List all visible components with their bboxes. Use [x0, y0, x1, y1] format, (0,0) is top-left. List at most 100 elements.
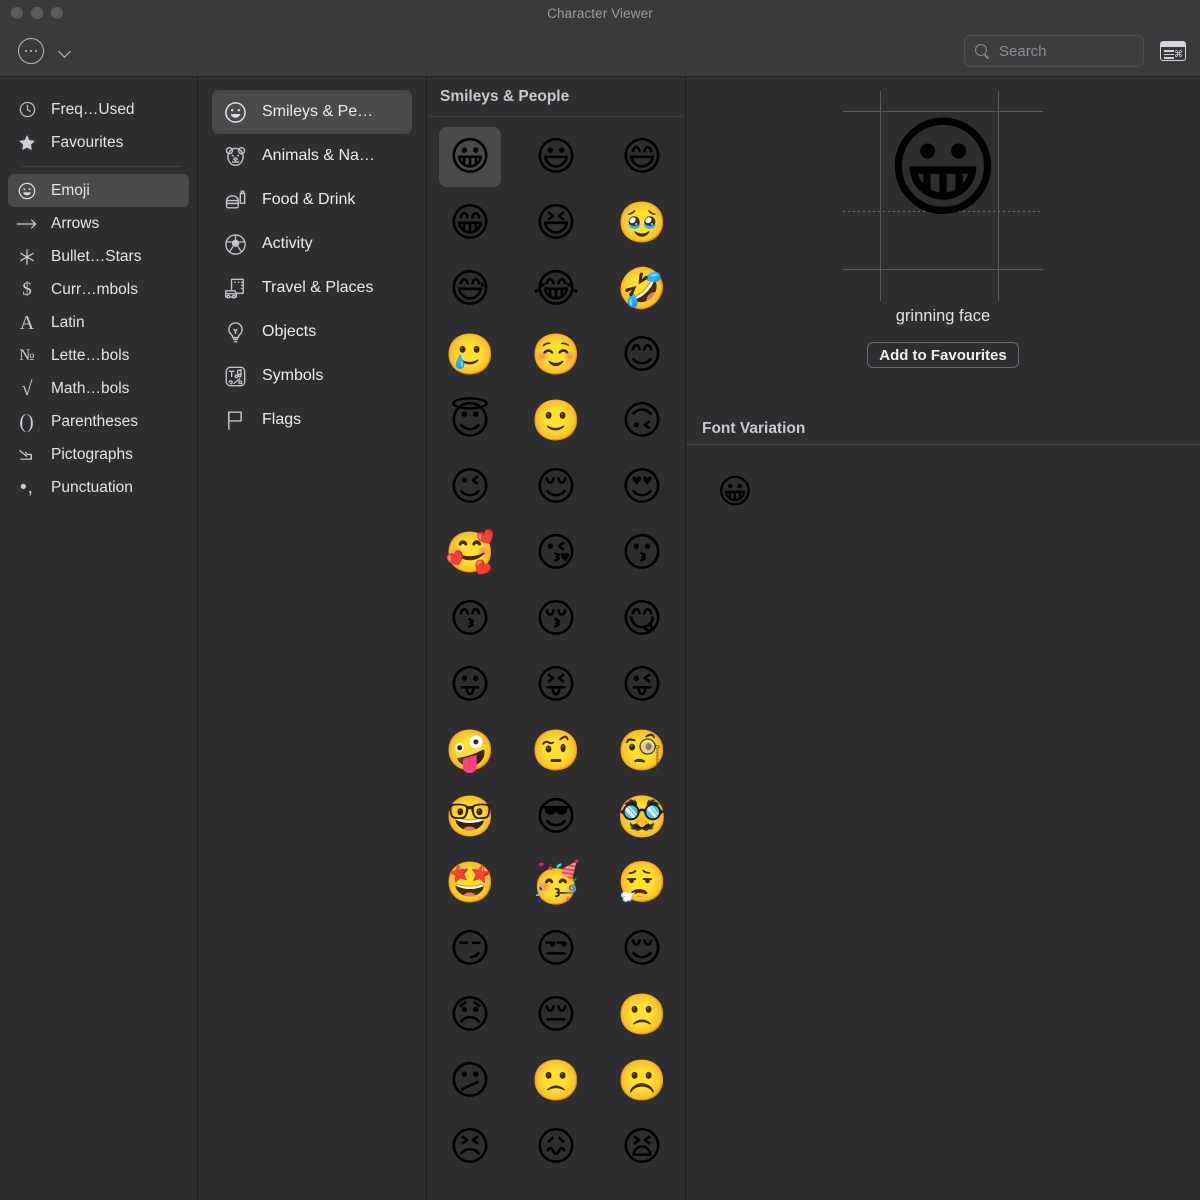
emoji-cell[interactable]: 😚 — [513, 586, 599, 652]
sidebar-item-label: Lette…bols — [51, 346, 130, 364]
flag-icon — [222, 408, 248, 433]
emoji-cell[interactable]: 🤣 — [599, 256, 685, 322]
emoji-cell[interactable]: 😄 — [599, 124, 685, 190]
emoji-cell[interactable]: 😗 — [599, 520, 685, 586]
emoji-grid-scroll[interactable]: 😀 😃 😄 😁 😆 🥹 😅 😂 🤣 🥲 ☺️ 😊 😇 🙂 🙃 😉 😌 😍 🥰 😘 😗 😙 😚 😋 😛 😝 😜 🤪 🤨 🧐 🤓 😎 🥸 🤩 🥳 😮‍💨 😏… — [427, 117, 685, 1200]
emoji-cell[interactable]: 🙂 — [513, 388, 599, 454]
window-title: Character Viewer — [547, 5, 653, 21]
emoji-cell[interactable]: 🥹 — [599, 190, 685, 256]
category-item-objects[interactable]: Objects — [212, 310, 412, 354]
emoji-cell[interactable]: 😜 — [599, 652, 685, 718]
sidebar-item-favourites[interactable]: Favourites — [8, 126, 189, 159]
emoji-cell[interactable]: 🤓 — [427, 784, 513, 850]
category-item-smileys-people[interactable]: Smileys & Pe… — [212, 90, 412, 134]
chevron-down-icon[interactable] — [59, 45, 72, 58]
emoji-glyph: 😚 — [535, 596, 577, 642]
category-item-food-drink[interactable]: Food & Drink — [212, 178, 412, 222]
emoji-cell[interactable]: 😊 — [599, 322, 685, 388]
emoji-cell[interactable]: 🙁 — [513, 1048, 599, 1114]
sidebar-item-punctuation[interactable]: •, Punctuation — [8, 471, 189, 504]
emoji-cell[interactable]: ☺️ — [513, 322, 599, 388]
emoji-cell[interactable]: 😌 — [513, 454, 599, 520]
emoji-cell[interactable]: 😖 — [513, 1114, 599, 1180]
smiley-icon — [16, 181, 38, 201]
close-button[interactable] — [11, 7, 23, 19]
preview-glyph: 😀 — [885, 104, 1001, 232]
emoji-cell[interactable]: 😕 — [427, 1048, 513, 1114]
font-variation-item[interactable]: 😀 — [708, 465, 762, 519]
emoji-cell[interactable]: 😁 — [427, 190, 513, 256]
emoji-glyph: 😃 — [535, 134, 577, 180]
bear-icon — [222, 144, 248, 169]
emoji-cell[interactable]: 😌 — [599, 916, 685, 982]
sidebar-item-bullets-stars[interactable]: Bullet…Stars — [8, 240, 189, 273]
search-placeholder: Search — [999, 42, 1047, 60]
emoji-glyph: 😉 — [449, 464, 491, 510]
category-item-label: Food & Drink — [262, 191, 356, 208]
dollar-icon: $ — [22, 279, 32, 300]
sidebar-item-arrows[interactable]: Arrows — [8, 207, 189, 240]
emoji-cell[interactable]: 🙁 — [599, 982, 685, 1048]
emoji-cell[interactable]: ☹️ — [599, 1048, 685, 1114]
emoji-cell[interactable]: 😉 — [427, 454, 513, 520]
emoji-cell[interactable]: 😅 — [427, 256, 513, 322]
search-input[interactable]: Search — [964, 35, 1144, 67]
smiley-icon — [222, 100, 248, 125]
emoji-cell[interactable]: 😫 — [599, 1114, 685, 1180]
emoji-cell[interactable]: 🧐 — [599, 718, 685, 784]
emoji-cell[interactable]: 😣 — [427, 1114, 513, 1180]
more-options-icon[interactable] — [18, 38, 44, 64]
emoji-cell[interactable]: 😛 — [427, 652, 513, 718]
emoji-cell[interactable]: 😝 — [513, 652, 599, 718]
zoom-button[interactable] — [51, 7, 63, 19]
emoji-cell[interactable]: 🤪 — [427, 718, 513, 784]
emoji-glyph: 😆 — [535, 200, 577, 246]
emoji-cell[interactable]: 😙 — [427, 586, 513, 652]
emoji-cell[interactable]: 🤩 — [427, 850, 513, 916]
category-item-symbols[interactable]: Symbols — [212, 354, 412, 398]
emoji-cell[interactable]: 🙃 — [599, 388, 685, 454]
emoji-glyph: 😗 — [621, 530, 663, 576]
add-to-favourites-button[interactable]: Add to Favourites — [867, 342, 1019, 368]
emoji-glyph: 😌 — [535, 464, 577, 510]
punctuation-icon: •, — [20, 476, 34, 498]
pictograph-icon — [16, 446, 38, 463]
emoji-cell[interactable]: 🥲 — [427, 322, 513, 388]
category-item-travel-places[interactable]: Travel & Places — [212, 266, 412, 310]
emoji-cell[interactable]: 😍 — [599, 454, 685, 520]
emoji-cell[interactable]: 😞 — [427, 982, 513, 1048]
category-item-animals-nature[interactable]: Animals & Na… — [212, 134, 412, 178]
emoji-cell[interactable]: 😋 — [599, 586, 685, 652]
emoji-cell[interactable]: 😂 — [513, 256, 599, 322]
character-palette-icon[interactable]: ⌘ — [1160, 41, 1186, 61]
toolbar-left-group — [18, 38, 72, 64]
emoji-cell[interactable]: 😆 — [513, 190, 599, 256]
category-item-flags[interactable]: Flags — [212, 398, 412, 442]
sidebar-item-pictographs[interactable]: Pictographs — [8, 438, 189, 471]
sidebar-item-frequently-used[interactable]: Freq…Used — [8, 93, 189, 126]
emoji-cell[interactable]: 😃 — [513, 124, 599, 190]
sidebar-item-emoji[interactable]: Emoji — [8, 174, 189, 207]
emoji-glyph: 😮‍💨 — [617, 860, 667, 906]
sidebar-item-latin[interactable]: A Latin — [8, 306, 189, 339]
emoji-cell[interactable]: 😮‍💨 — [599, 850, 685, 916]
sidebar-item-letterlike-symbols[interactable]: № Lette…bols — [8, 339, 189, 372]
emoji-cell[interactable]: 😀 — [427, 124, 513, 190]
emoji-cell[interactable]: 😇 — [427, 388, 513, 454]
sidebar-item-label: Punctuation — [51, 478, 133, 496]
emoji-cell[interactable]: 😏 — [427, 916, 513, 982]
category-item-activity[interactable]: Activity — [212, 222, 412, 266]
emoji-cell[interactable]: 😒 — [513, 916, 599, 982]
minimize-button[interactable] — [31, 7, 43, 19]
emoji-cell[interactable]: 🥳 — [513, 850, 599, 916]
emoji-cell[interactable]: 😎 — [513, 784, 599, 850]
soccer-icon — [222, 232, 248, 257]
emoji-cell[interactable]: 😘 — [513, 520, 599, 586]
emoji-cell[interactable]: 🥸 — [599, 784, 685, 850]
sidebar-item-currency-symbols[interactable]: $ Curr…mbols — [8, 273, 189, 306]
emoji-cell[interactable]: 🥰 — [427, 520, 513, 586]
emoji-cell[interactable]: 🤨 — [513, 718, 599, 784]
emoji-cell[interactable]: 😔 — [513, 982, 599, 1048]
sidebar-item-math-symbols[interactable]: √ Math…bols — [8, 372, 189, 405]
sidebar-item-parentheses[interactable]: () Parentheses — [8, 405, 189, 438]
